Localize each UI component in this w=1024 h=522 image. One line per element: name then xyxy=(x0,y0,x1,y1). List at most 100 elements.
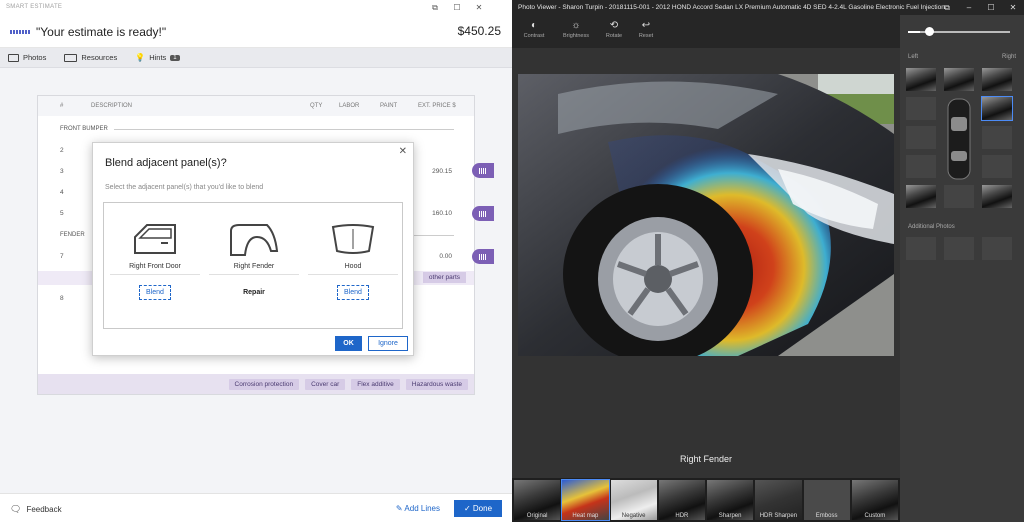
photo-tools: ◐ Contrast ☼ Brightness ⟲ Rotate ↩ Reset xyxy=(512,15,900,48)
estimate-header: "Your estimate is ready!" $450.25 xyxy=(0,15,512,48)
blend-dialog: ✕ Blend adjacent panel(s)? Select the ad… xyxy=(92,142,414,356)
resources-tab[interactable]: Resources xyxy=(64,53,117,62)
photos-tab[interactable]: Photos xyxy=(8,53,46,62)
photo-slot[interactable] xyxy=(944,185,974,208)
estimate-footer: 🗨 Feedback ✎ Add Lines ✓ Done xyxy=(0,493,512,522)
additional-photo-slot[interactable] xyxy=(982,237,1012,260)
additional-photo-slot[interactable] xyxy=(944,237,974,260)
filter-label: Emboss xyxy=(815,513,838,519)
tool-label: Rotate xyxy=(605,33,623,39)
estimate-ready-message: "Your estimate is ready!" xyxy=(36,25,167,39)
car-top-view-icon xyxy=(947,98,971,180)
left-label: Left xyxy=(908,54,919,60)
estimate-total: $450.25 xyxy=(457,24,501,38)
blend-hood-button[interactable]: Blend xyxy=(337,285,369,300)
col-labor: LABOR xyxy=(339,103,360,109)
row-price: 0.00 xyxy=(439,253,452,260)
lightbulb-icon: 💡 xyxy=(135,53,146,62)
tool-label: Reset xyxy=(638,33,654,39)
row-number: 4 xyxy=(60,189,64,196)
filter-label: HDR Sharpen xyxy=(759,513,798,519)
car-photo-image xyxy=(518,74,894,356)
chart-icon xyxy=(479,253,487,260)
row-price: 160.10 xyxy=(432,210,452,217)
photo-slot[interactable] xyxy=(906,97,936,120)
maximize-window-button[interactable]: ☐ xyxy=(980,0,1002,15)
barcode-icon xyxy=(10,30,30,34)
dialog-title: Blend adjacent panel(s)? xyxy=(105,157,227,169)
panel-option-right-front-door: Right Front Door Blend xyxy=(110,221,200,300)
feedback-button[interactable]: 🗨 Feedback xyxy=(10,504,62,515)
photo-viewer-window: Photo Viewer - Sharon Turpin - 20181115-… xyxy=(512,0,1024,522)
line-tag-button[interactable] xyxy=(472,206,494,221)
suggestion-chip[interactable]: Flex additive xyxy=(351,378,400,390)
photo-thumbnail[interactable] xyxy=(944,68,974,91)
filter-negative[interactable]: Negative xyxy=(610,480,657,520)
panel-name: Right Fender xyxy=(209,263,299,275)
photo-slot[interactable] xyxy=(906,155,936,178)
camera-icon xyxy=(8,53,19,62)
photo-thumbnail[interactable] xyxy=(906,185,936,208)
filter-emboss[interactable]: Emboss xyxy=(803,480,850,520)
filter-sharpen[interactable]: Sharpen xyxy=(707,480,754,520)
add-lines-button[interactable]: ✎ Add Lines xyxy=(396,504,440,513)
close-window-button[interactable]: ✕ xyxy=(468,0,490,15)
col-description: DESCRIPTION xyxy=(91,103,133,109)
restore-window-button[interactable]: ⧉ xyxy=(936,0,958,15)
photo-thumbnail[interactable] xyxy=(982,68,1012,91)
minimize-window-button[interactable]: – xyxy=(958,0,980,15)
contrast-tool[interactable]: ◐ Contrast xyxy=(514,20,554,39)
zoom-slider-thumb[interactable] xyxy=(925,27,934,36)
close-icon[interactable]: ✕ xyxy=(399,146,407,157)
repair-right-fender-button[interactable]: Repair xyxy=(236,285,272,300)
filter-filmstrip: Original Heat map Negative HDR Sharpen H… xyxy=(512,478,900,522)
line-tag-button[interactable] xyxy=(472,163,494,178)
done-button[interactable]: ✓ Done xyxy=(454,500,502,517)
suggestion-chip[interactable]: Hazardous waste xyxy=(405,378,468,390)
restore-window-button[interactable]: ⧉ xyxy=(424,0,446,15)
brightness-tool[interactable]: ☼ Brightness xyxy=(556,20,596,39)
ignore-button[interactable]: Ignore xyxy=(368,336,408,351)
additional-photo-slot[interactable] xyxy=(906,237,936,260)
photo-viewer-titlebar: Photo Viewer - Sharon Turpin - 20181115-… xyxy=(512,0,1024,15)
photo-slot[interactable] xyxy=(982,126,1012,149)
right-label: Right xyxy=(1001,54,1016,60)
panel-option-right-fender: Right Fender Repair xyxy=(209,221,299,300)
filter-custom[interactable]: Custom xyxy=(851,480,898,520)
photo-slot[interactable] xyxy=(906,126,936,149)
panel-name: Right Front Door xyxy=(110,263,200,275)
filter-hdr[interactable]: HDR xyxy=(658,480,705,520)
photo-caption: Right Fender xyxy=(679,454,733,464)
photo-thumbnail[interactable] xyxy=(982,185,1012,208)
hood-icon xyxy=(331,224,375,254)
fender-icon xyxy=(230,224,279,256)
car-photo-heatmap[interactable] xyxy=(518,74,894,356)
filter-original[interactable]: Original xyxy=(514,480,561,520)
maximize-window-button[interactable]: ☐ xyxy=(446,0,468,15)
add-lines-label: Add Lines xyxy=(404,504,440,513)
line-tag-button[interactable] xyxy=(472,249,494,264)
row-number: 3 xyxy=(60,168,64,175)
reset-tool[interactable]: ↩ Reset xyxy=(626,20,666,39)
suggestions-bar: Corrosion protection Cover car Flex addi… xyxy=(38,374,474,394)
other-parts-chip[interactable]: other parts xyxy=(422,272,466,283)
app-title: SMART ESTIMATE xyxy=(6,4,63,10)
photo-slot[interactable] xyxy=(982,155,1012,178)
ok-button[interactable]: OK xyxy=(335,336,362,351)
photos-label: Photos xyxy=(23,53,47,62)
filter-label: HDR xyxy=(675,513,689,519)
feedback-icon: 🗨 xyxy=(10,504,22,514)
row-price: 290.15 xyxy=(432,168,452,175)
close-window-button[interactable]: ✕ xyxy=(1002,0,1024,15)
row-number: 7 xyxy=(60,253,64,260)
hints-tab[interactable]: 💡 Hints 1 xyxy=(135,53,180,62)
filter-label: Original xyxy=(526,513,548,519)
blend-right-front-door-button[interactable]: Blend xyxy=(139,285,171,300)
photo-thumbnail-selected[interactable] xyxy=(981,96,1013,121)
suggestion-chip[interactable]: Cover car xyxy=(305,378,346,390)
tool-label: Contrast xyxy=(523,33,545,39)
filter-heat-map[interactable]: Heat map xyxy=(561,479,610,521)
filter-hdr-sharpen[interactable]: HDR Sharpen xyxy=(755,480,802,520)
photo-thumbnail[interactable] xyxy=(906,68,936,91)
suggestion-chip[interactable]: Corrosion protection xyxy=(228,378,300,390)
